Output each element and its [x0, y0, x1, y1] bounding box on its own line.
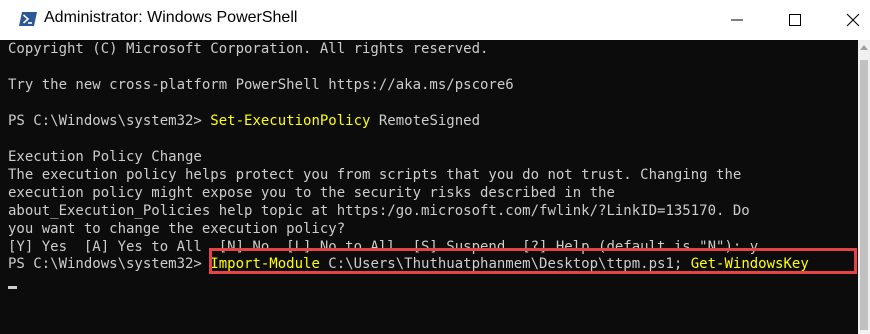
command-line-1: PS C:\Windows\system32> Set-ExecutionPol…: [8, 112, 480, 130]
prompt: PS C:\Windows\system32>: [8, 113, 211, 129]
policy-question: you want to change the execution policy?: [8, 221, 346, 237]
try-new-line: Try the new cross-platform PowerShell ht…: [8, 77, 514, 93]
maximize-button[interactable]: [772, 0, 818, 40]
console-output[interactable]: Copyright (C) Microsoft Corporation. All…: [0, 40, 858, 334]
minimize-icon: [731, 19, 743, 21]
policy-text-line: The execution policy helps protect you f…: [8, 167, 742, 183]
scroll-up-arrow-icon[interactable]: [860, 45, 868, 50]
powershell-icon: [19, 10, 37, 28]
close-icon: [846, 13, 860, 27]
text-cursor: [8, 286, 17, 289]
command-name: Set-ExecutionPolicy: [210, 113, 371, 129]
policy-text-line: execution policy might expose you to the…: [8, 185, 615, 201]
command-argument: RemoteSigned: [370, 113, 481, 129]
window-title: Administrator: Windows PowerShell: [44, 9, 298, 26]
prompt: PS C:\Windows\system32>: [8, 256, 211, 272]
copyright-line: Copyright (C) Microsoft Corporation. All…: [8, 41, 489, 57]
vertical-scrollbar[interactable]: [858, 40, 870, 334]
policy-text-line: about_Execution_Policies help topic at h…: [8, 203, 750, 219]
scrollbar-thumb[interactable]: [860, 60, 868, 330]
maximize-icon: [789, 14, 801, 26]
command-highlight-box: [209, 248, 857, 274]
title-bar[interactable]: Administrator: Windows PowerShell: [0, 0, 870, 40]
policy-heading: Execution Policy Change: [8, 149, 202, 165]
minimize-button[interactable]: [714, 0, 760, 40]
close-button[interactable]: [830, 0, 870, 40]
